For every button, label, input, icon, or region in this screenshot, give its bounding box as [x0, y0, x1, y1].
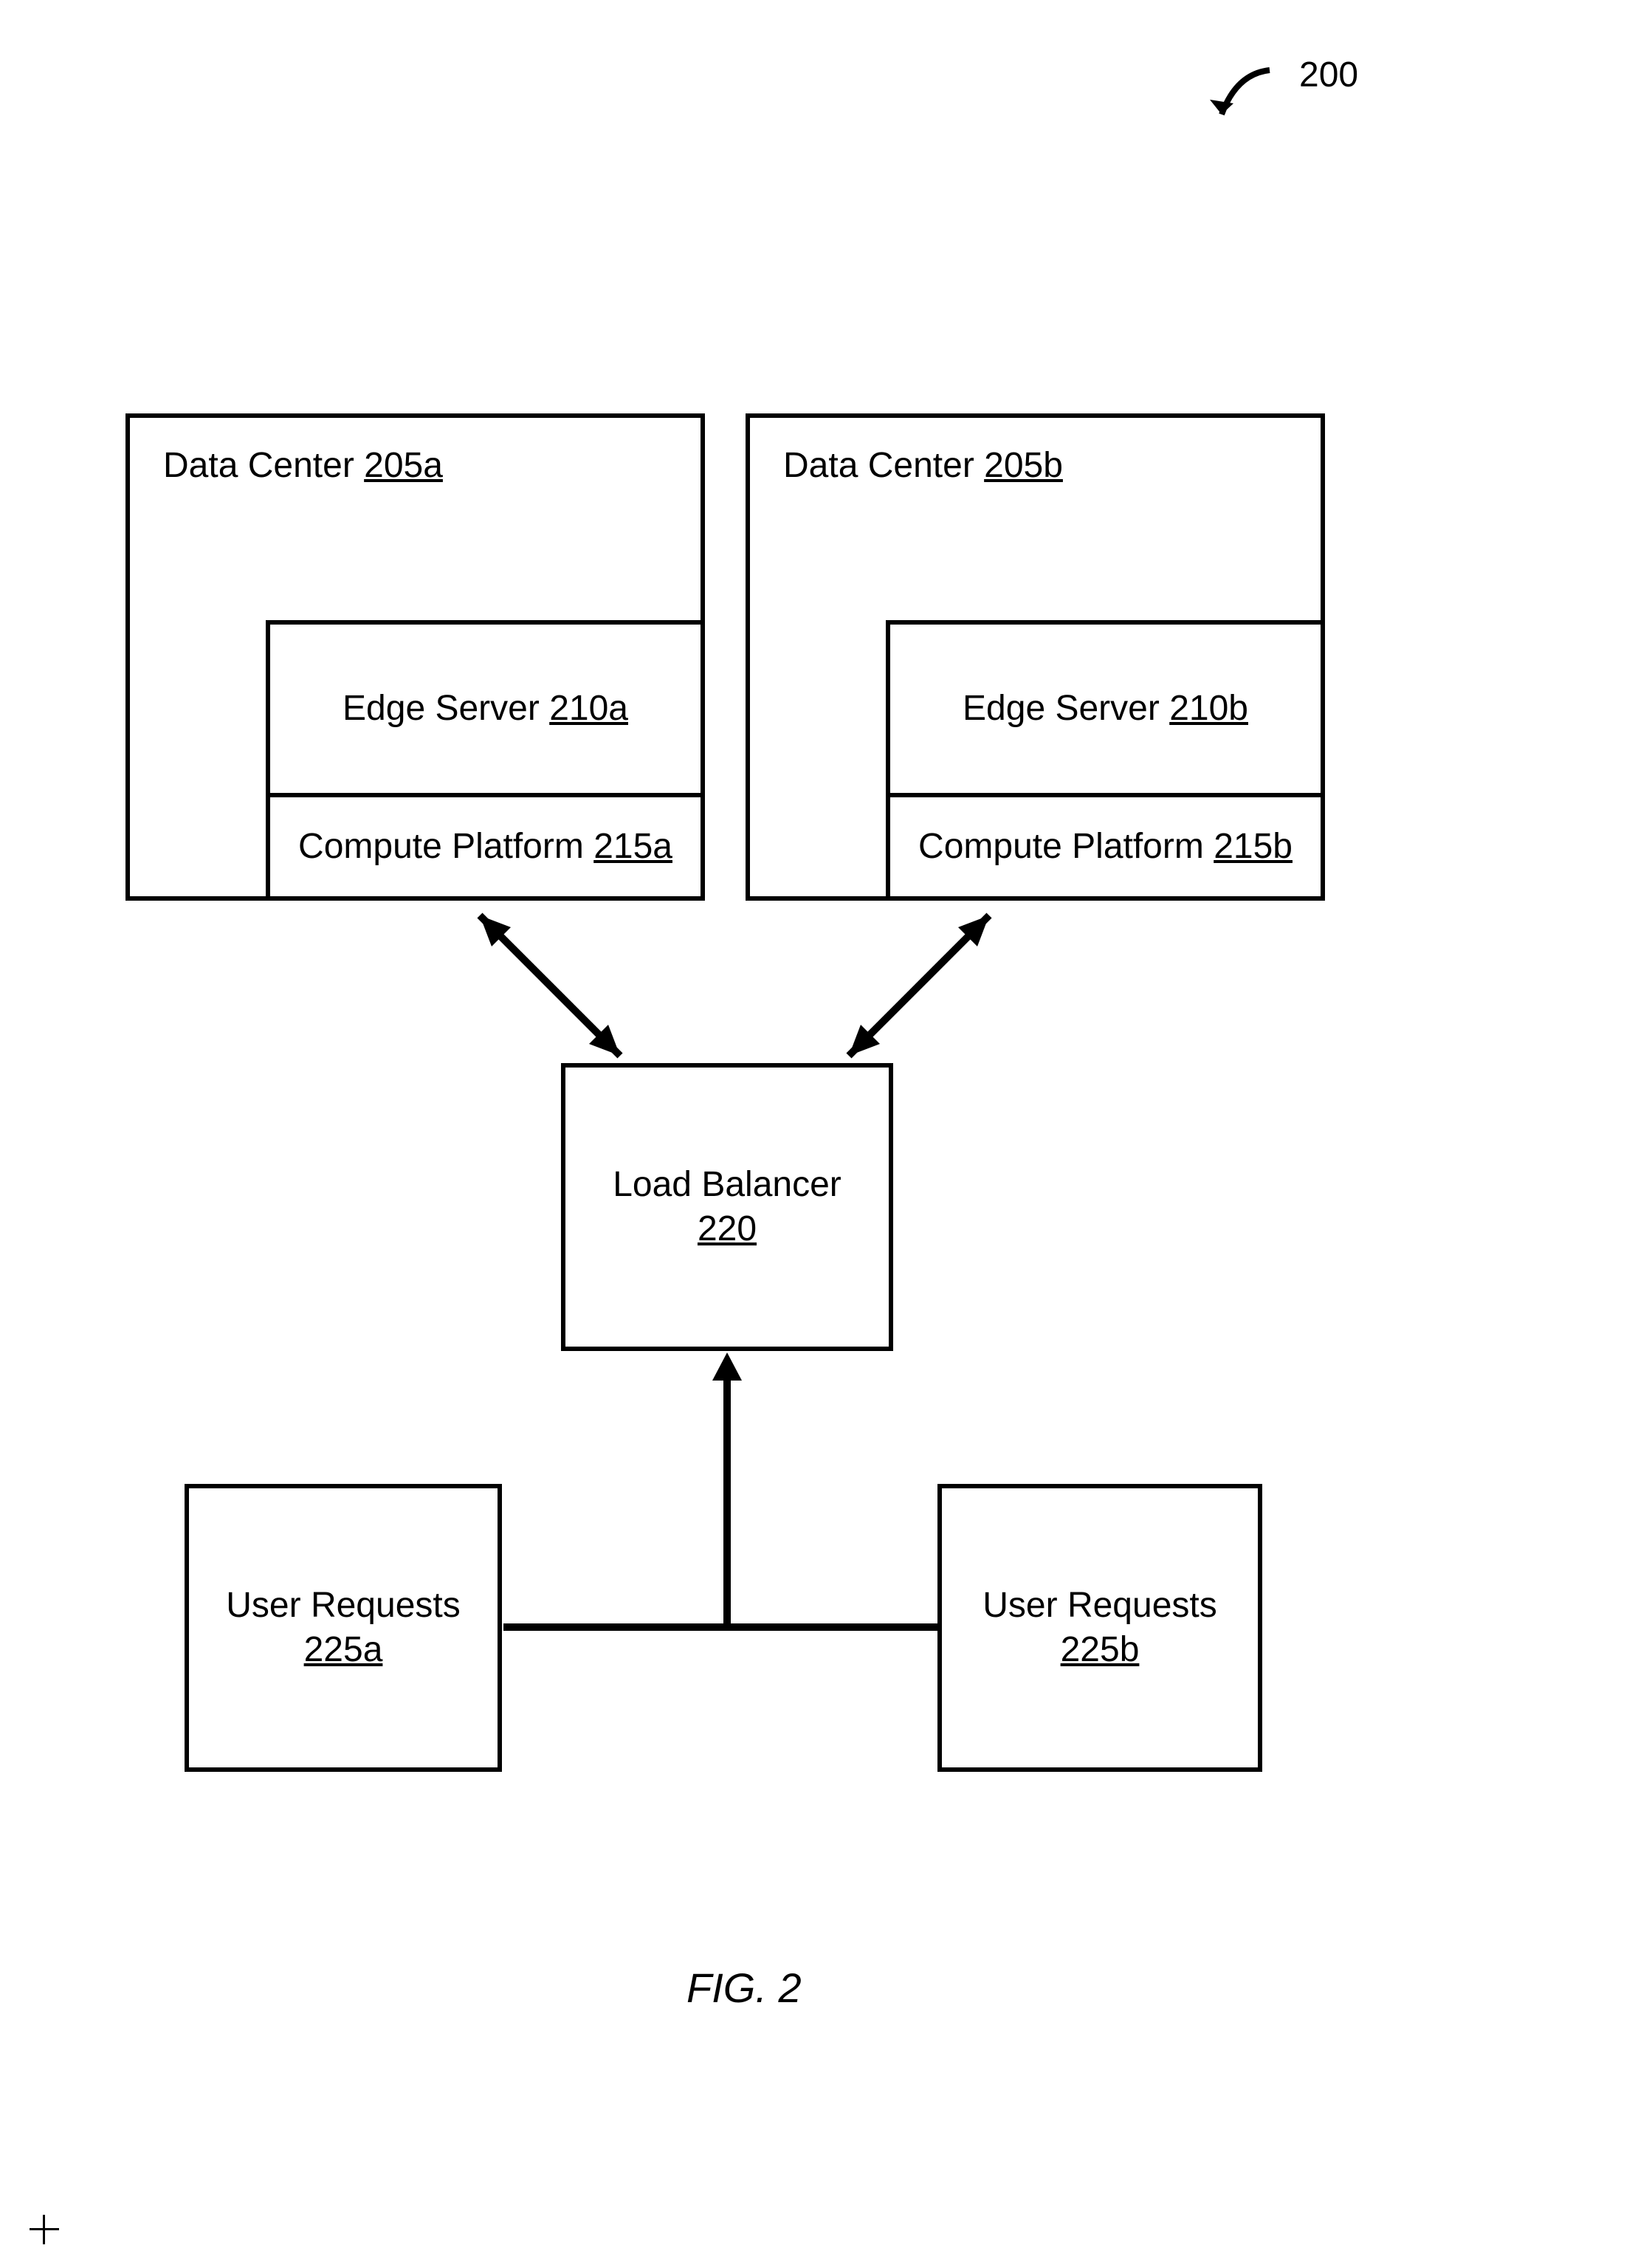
- compute-platform-b-box: Compute Platform 215b: [886, 793, 1325, 901]
- user-requests-b-ref: 225b: [1061, 1628, 1140, 1672]
- figure-caption: FIG. 2: [686, 1964, 802, 2012]
- user-requests-b-title: User Requests: [982, 1584, 1216, 1628]
- load-balancer-box: Load Balancer 220: [561, 1063, 893, 1351]
- figure-ref-arrow-icon: [1181, 59, 1284, 140]
- compute-platform-a-label: Compute Platform 215a: [298, 825, 672, 869]
- connector-lb-to-dc-b: [812, 893, 1033, 1078]
- load-balancer-ref: 220: [698, 1207, 757, 1251]
- load-balancer-title: Load Balancer: [613, 1163, 842, 1207]
- compute-platform-a-box: Compute Platform 215a: [266, 793, 705, 901]
- edge-server-b-box: Edge Server 210b: [886, 620, 1325, 797]
- user-requests-b-box: User Requests 225b: [937, 1484, 1262, 1772]
- user-requests-a-title: User Requests: [226, 1584, 460, 1628]
- connector-lb-to-dc-a: [443, 893, 664, 1078]
- crop-mark-icon: [30, 2215, 59, 2244]
- connector-ur-to-lb: [495, 1344, 960, 1639]
- user-requests-a-ref: 225a: [304, 1628, 383, 1672]
- user-requests-a-box: User Requests 225a: [185, 1484, 502, 1772]
- edge-server-b-label: Edge Server 210b: [963, 687, 1248, 731]
- edge-server-a-label: Edge Server 210a: [343, 687, 628, 731]
- edge-server-a-box: Edge Server 210a: [266, 620, 705, 797]
- diagram-page: 200 Data Center 205a Edge Server 210a Co…: [0, 0, 1652, 2248]
- compute-platform-b-label: Compute Platform 215b: [918, 825, 1293, 869]
- data-center-a-label: Data Center 205a: [163, 444, 443, 488]
- figure-ref-number: 200: [1299, 53, 1358, 97]
- data-center-b-label: Data Center 205b: [783, 444, 1063, 488]
